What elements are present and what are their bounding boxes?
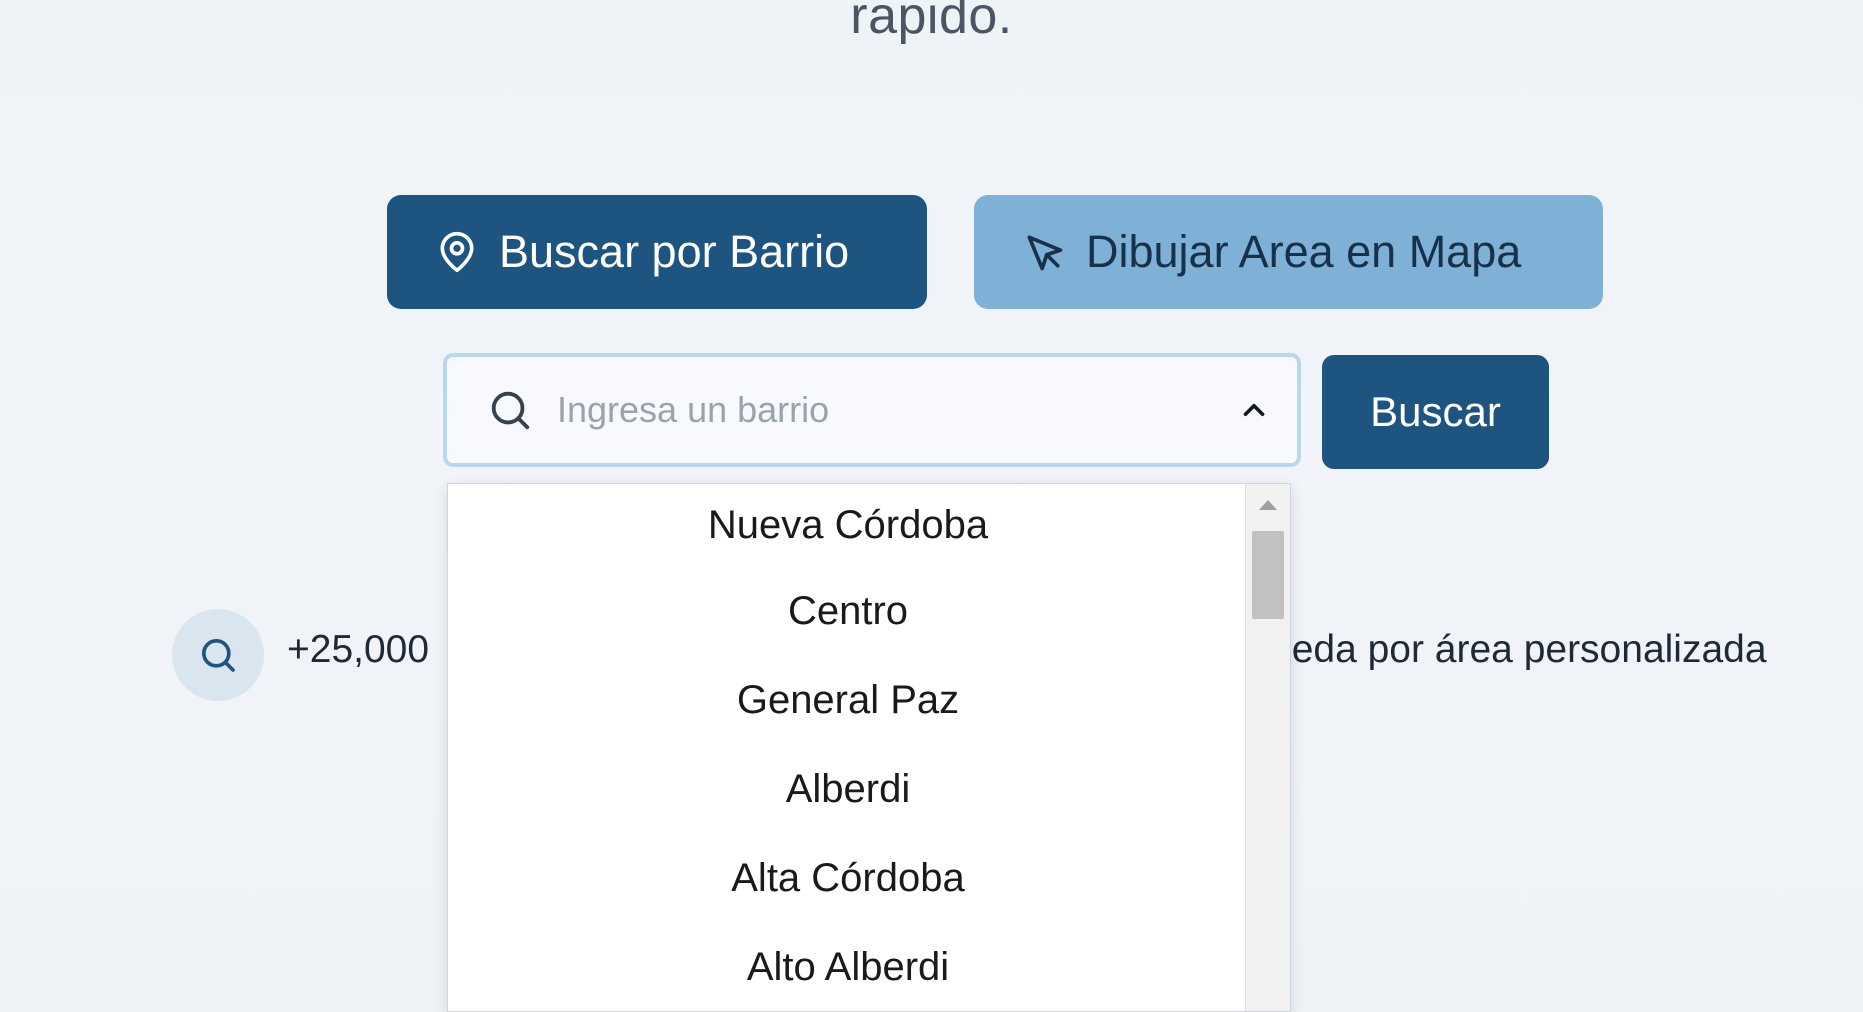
dropdown-scrollbar[interactable] [1245,484,1290,1011]
search-submit-button[interactable]: Buscar [1322,355,1549,469]
feature-search-icon [172,609,264,701]
search-by-barrio-button[interactable]: Buscar por Barrio [387,195,927,309]
dropdown-option[interactable]: General Paz [448,656,1248,745]
dropdown-option[interactable]: Nueva Córdoba [448,484,1248,567]
search-by-barrio-label: Buscar por Barrio [499,226,850,277]
feature-count-text: +25,000 [287,628,430,671]
barrio-search-field[interactable] [443,353,1301,467]
chevron-up-icon[interactable] [1237,393,1271,427]
dropdown-option[interactable]: Alberdi [448,745,1248,834]
dropdown-option[interactable]: Alta Córdoba [448,834,1248,923]
page: rapido. Buscar por Barrio Dibujar Area e… [0,0,1863,1012]
map-pin-icon [435,230,479,274]
feature-custom-area-text: ueda por área personalizada [1270,628,1767,671]
barrio-dropdown-list[interactable]: Nueva Córdoba Centro General Paz Alberdi… [447,483,1291,1012]
draw-map-area-label: Dibujar Area en Mapa [1086,226,1522,277]
scroll-up-arrow-icon[interactable] [1259,500,1277,510]
hero-title-tail: rapido. [850,0,1013,45]
barrio-search-input[interactable] [555,388,1237,432]
feature-stats-row [172,609,264,701]
draw-map-area-button[interactable]: Dibujar Area en Mapa [974,195,1603,309]
dropdown-option[interactable]: Centro [448,567,1248,656]
dropdown-option[interactable]: Alto Alberdi [448,923,1248,1011]
cursor-arrow-icon [1022,230,1066,274]
search-icon [487,387,533,433]
scrollbar-thumb[interactable] [1252,531,1284,619]
